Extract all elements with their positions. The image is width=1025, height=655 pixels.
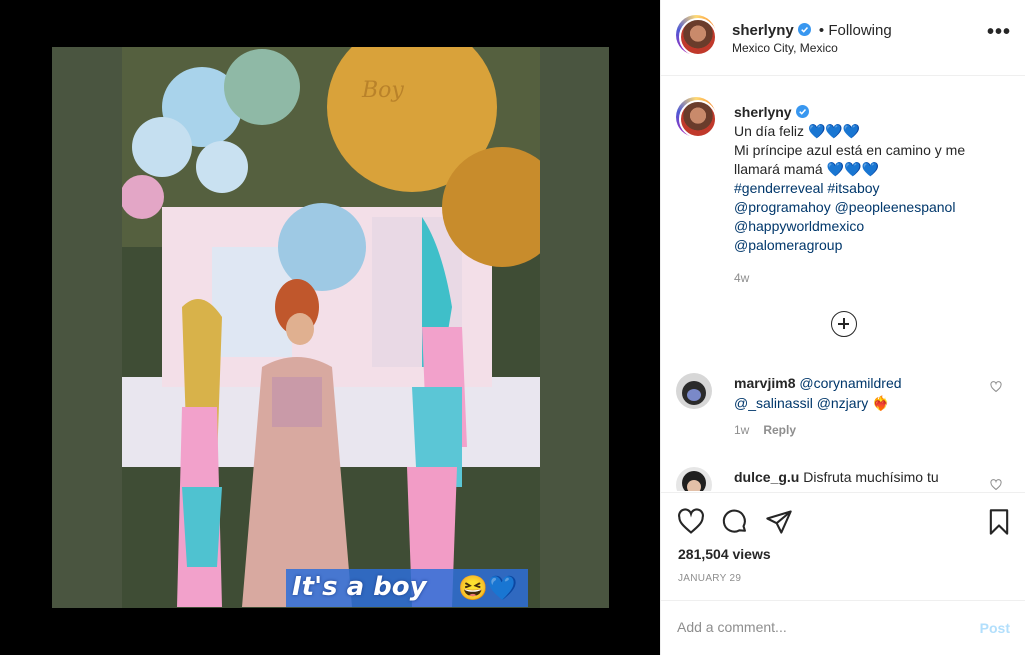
views-count[interactable]: 281,504 views xyxy=(678,546,771,562)
caption-username[interactable]: sherlyny xyxy=(734,104,792,120)
commenter-avatar[interactable] xyxy=(676,467,712,491)
post-side-pane: sherlyny • Following Mexico City, Mexico… xyxy=(660,0,1025,655)
comment-text: marvjim8 @corynamildred @_salinassil @nz… xyxy=(734,373,974,413)
comment-timestamp[interactable]: 1w xyxy=(734,423,749,437)
video-scene: Boy xyxy=(122,47,540,608)
post-header: sherlyny • Following Mexico City, Mexico… xyxy=(661,0,1025,76)
caption-mention-2[interactable]: @happyworldmexico xyxy=(734,218,864,234)
header-separator: • xyxy=(818,22,825,39)
video-overlay-emoji: 😆💙 xyxy=(458,575,518,602)
post-date[interactable]: JANUARY 29 xyxy=(678,573,741,584)
post-location[interactable]: Mexico City, Mexico xyxy=(732,41,838,55)
caption-body: sherlyny Un día feliz 💙💙💙 Mi príncipe az… xyxy=(734,103,1014,255)
comments-list[interactable]: sherlyny Un día feliz 💙💙💙 Mi príncipe az… xyxy=(661,77,1025,491)
caption-mention-3[interactable]: @palomeragroup xyxy=(734,237,842,253)
more-options-icon[interactable]: ••• xyxy=(987,22,1011,42)
media-panel: Boy It's a boy 😆💙 xyxy=(0,0,660,655)
caption-hashtags[interactable]: #genderreveal #itsaboy xyxy=(734,180,880,196)
share-send-icon[interactable] xyxy=(765,508,793,536)
like-comment-heart-icon[interactable] xyxy=(990,381,1002,393)
author-avatar[interactable] xyxy=(676,15,717,56)
add-comment-bar: Post xyxy=(661,600,1025,655)
comment-bubble-icon[interactable] xyxy=(721,508,749,536)
blue-heart-emoji: 💙💙💙 xyxy=(807,123,861,139)
comment-mention[interactable]: @corynamildred xyxy=(799,375,901,391)
comment-emoji: ❤️‍🔥 xyxy=(872,395,890,411)
commenter-username[interactable]: marvjim8 xyxy=(734,375,795,391)
author-username[interactable]: sherlyny xyxy=(732,22,794,39)
video-overlay-text: It's a boy xyxy=(292,572,427,602)
reply-button[interactable]: Reply xyxy=(763,423,796,437)
load-more-comments-icon[interactable] xyxy=(831,311,857,337)
add-comment-input[interactable] xyxy=(677,619,957,635)
caption-mention-1[interactable]: @programahoy @peopleenespanol xyxy=(734,199,955,215)
caption-line-1: Un día feliz xyxy=(734,123,805,139)
balloon-text: Boy xyxy=(361,78,404,103)
comment-meta: 1w Reply xyxy=(734,423,796,437)
save-bookmark-icon[interactable] xyxy=(985,508,1013,536)
caption-avatar[interactable] xyxy=(676,97,717,138)
video-frame-content: Boy It's a boy 😆💙 xyxy=(122,47,540,608)
comment-body: Disfruta muchísimo tu xyxy=(803,469,939,485)
comment-text: dulce_g.u Disfruta muchísimo tu xyxy=(734,467,984,487)
commenter-avatar[interactable] xyxy=(676,373,712,409)
verified-badge-icon xyxy=(795,105,809,118)
header-user-line: sherlyny • Following xyxy=(732,22,892,39)
video-player[interactable]: Boy It's a boy 😆💙 xyxy=(52,47,609,608)
post-actions: 281,504 views JANUARY 29 xyxy=(661,492,1025,599)
caption-timestamp[interactable]: 4w xyxy=(734,271,749,285)
like-comment-heart-icon[interactable] xyxy=(990,479,1002,491)
comment-mention[interactable]: @_salinassil @nzjary xyxy=(734,395,868,411)
commenter-username[interactable]: dulce_g.u xyxy=(734,469,799,485)
verified-badge-icon xyxy=(797,23,811,36)
following-button[interactable]: Following xyxy=(828,22,891,39)
blue-heart-emoji: 💙💙💙 xyxy=(826,161,879,177)
post-comment-button[interactable]: Post xyxy=(980,620,1010,636)
like-heart-icon[interactable] xyxy=(677,508,705,536)
